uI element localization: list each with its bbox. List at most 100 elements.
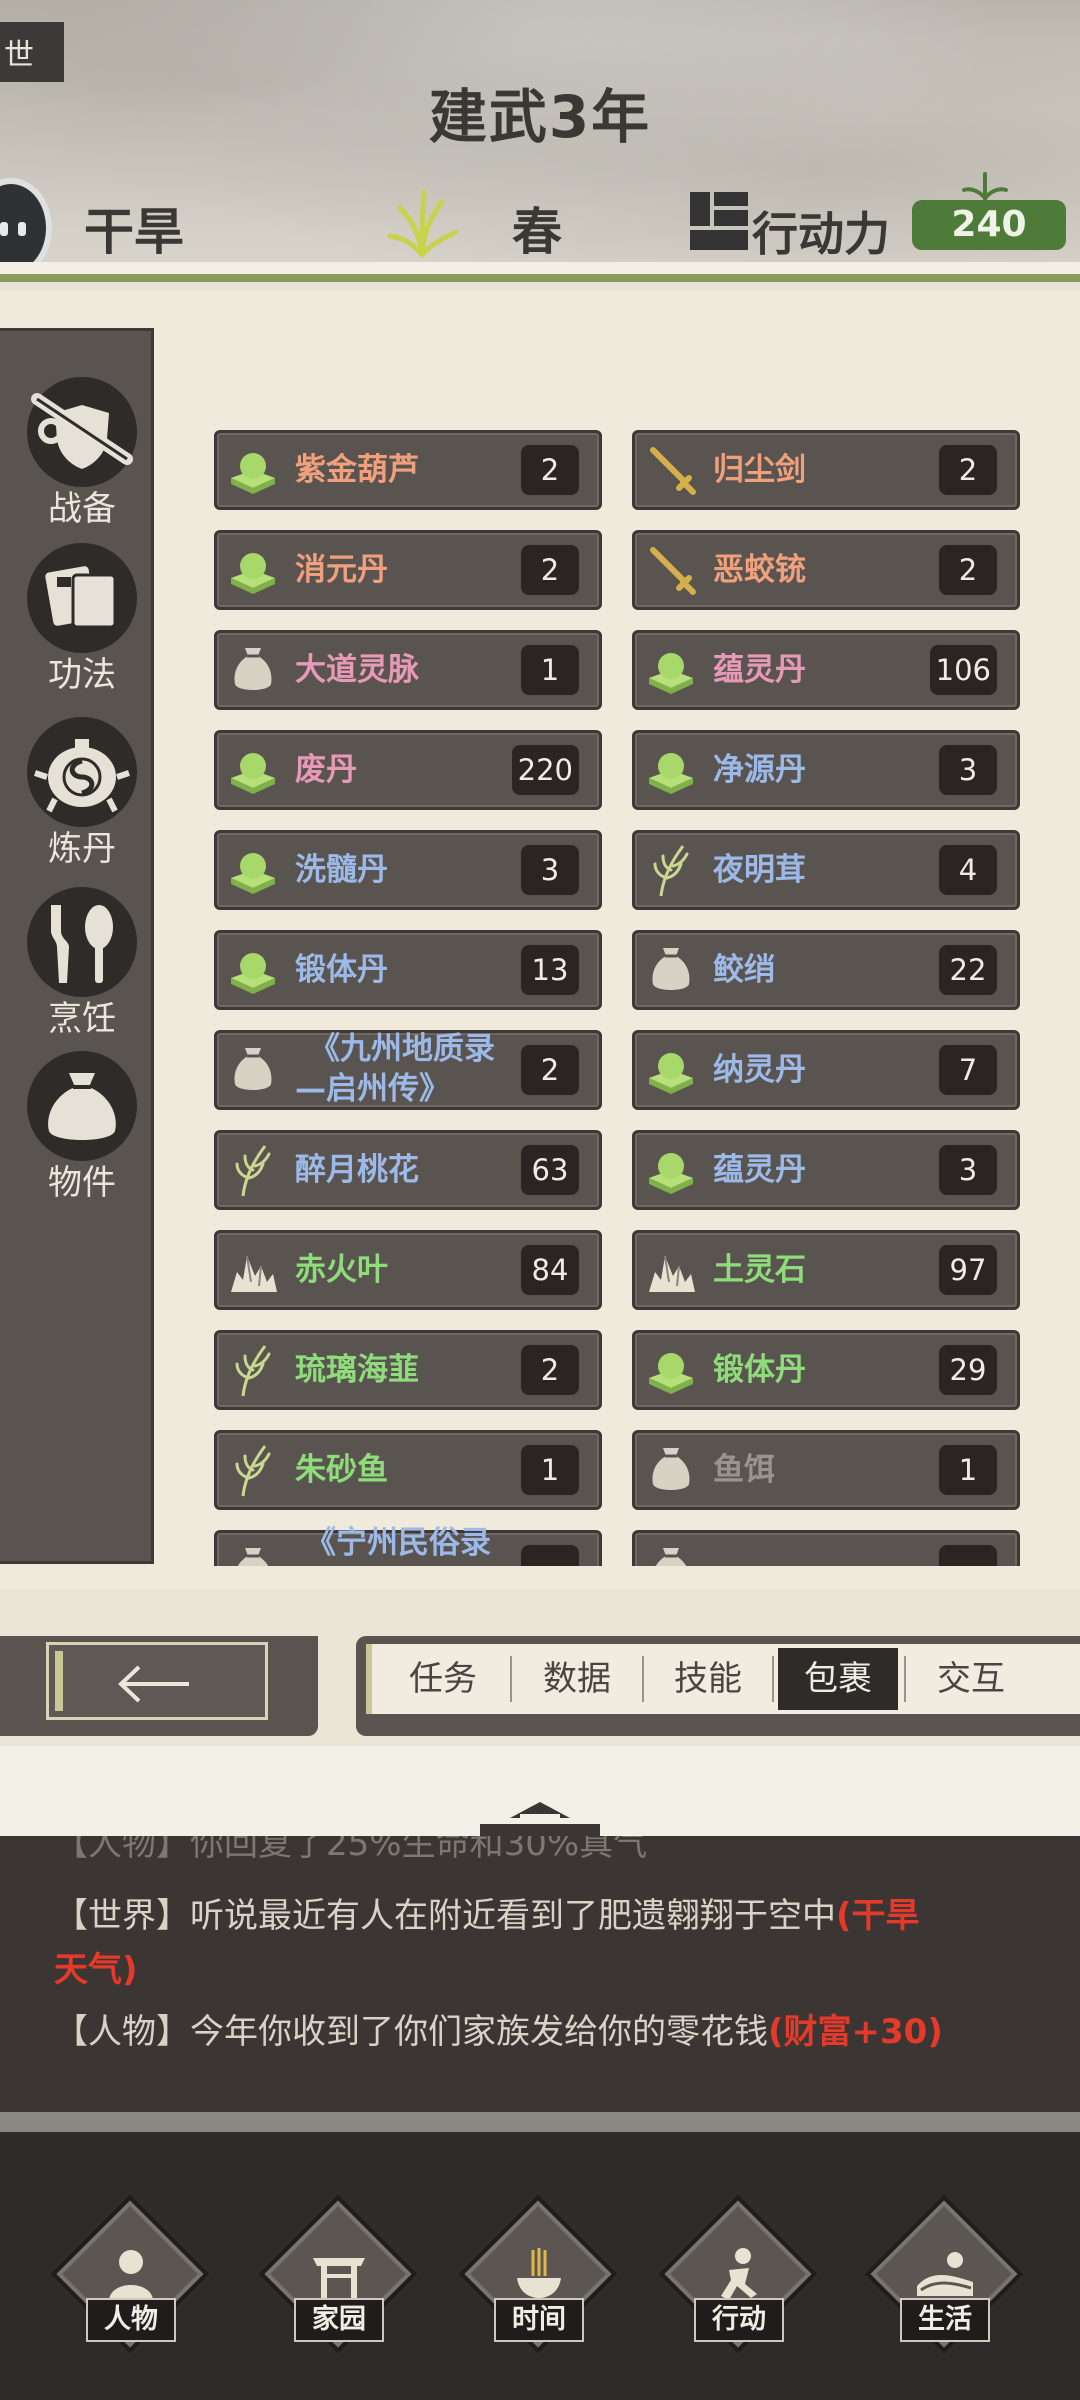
category-zhanbei[interactable]: 战备 (22, 377, 142, 530)
item-count: 1 (521, 645, 579, 695)
nav-jiayuan[interactable]: 家园 (264, 2200, 414, 2350)
inventory-item[interactable]: 赤火叶 84 (214, 1230, 602, 1310)
item-name: 消元丹 (295, 552, 388, 588)
category-wujian[interactable]: 物件 (22, 1051, 142, 1204)
bag-icon (643, 942, 699, 998)
tab-baoguo[interactable]: 包裹 (778, 1648, 898, 1710)
tab-shuju[interactable]: 数据 (512, 1648, 642, 1710)
tab-renwu[interactable]: 任务 (378, 1648, 508, 1710)
item-count: 2 (521, 1045, 579, 1095)
herb-icon (225, 1142, 281, 1198)
item-count: 4 (939, 845, 997, 895)
item-count: 29 (939, 1345, 997, 1395)
weather-label: 干旱 (84, 203, 184, 261)
tab-jiaohu[interactable]: 交互 (906, 1648, 1036, 1710)
sword-icon (643, 542, 699, 598)
nav-renwu[interactable]: 人物 (56, 2200, 206, 2350)
inventory-item[interactable]: 紫金葫芦 2 (214, 430, 602, 510)
pill-icon (643, 1042, 699, 1098)
inventory-item[interactable]: 《宁州民俗录 (214, 1525, 602, 1566)
inventory-item[interactable] (632, 1530, 1020, 1566)
inventory-item[interactable]: 净源丹 3 (632, 730, 1020, 810)
inventory-item[interactable]: 锻体丹 13 (214, 930, 602, 1010)
item-count: 1 (939, 1445, 997, 1495)
item-grid: 紫金葫芦 2 归尘剑 2 消元丹 2 恶蛟铳 2 大道灵脉 1 蕴灵丹 106 废丹 220 净源丹 3 洗髓丹… (200, 430, 1040, 1566)
inventory-item[interactable]: 蕴灵丹 106 (632, 630, 1020, 710)
herb-icon (643, 842, 699, 898)
sword-shield-icon (31, 393, 133, 469)
inventory-item[interactable]: 归尘剑 2 (632, 430, 1020, 510)
inventory-item[interactable]: 土灵石 97 (632, 1230, 1020, 1310)
item-name: 蕴灵丹 (713, 1152, 806, 1188)
inventory-item[interactable]: 大道灵脉 1 (214, 630, 602, 710)
inventory-item[interactable]: 鱼饵 1 (632, 1430, 1020, 1510)
item-name: 朱砂鱼 (295, 1452, 388, 1488)
inventory-item[interactable]: 朱砂鱼 1 (214, 1430, 602, 1510)
pill-icon (225, 442, 281, 498)
item-name: 洗髓丹 (295, 852, 388, 888)
sprout-icon (962, 172, 1008, 204)
nav-shijian[interactable]: 时间 (464, 2200, 614, 2350)
inventory-item[interactable]: 废丹 220 (214, 730, 602, 810)
item-name: 纳灵丹 (713, 1052, 806, 1088)
inventory-item[interactable]: 纳灵丹 7 (632, 1030, 1020, 1110)
inventory-item[interactable]: 《九州地质录 —启州传》 2 (214, 1030, 602, 1110)
category-pengren[interactable]: 烹饪 (22, 887, 142, 1040)
ore-icon (225, 1242, 281, 1298)
category-sidebar: 战备 功法 炼丹 烹饪 物件 (0, 328, 154, 1564)
event-log[interactable]: 【人物】你回复了25%生命和30%真气 【世界】听说最近有人在附近看到了肥遗翱翔… (0, 1836, 1080, 2112)
item-count: 63 (521, 1145, 579, 1195)
inventory-item[interactable]: 夜明茸 4 (632, 830, 1020, 910)
item-count: 3 (521, 845, 579, 895)
log-line: 【世界】听说最近有人在附近看到了肥遗翱翔于空中(干旱 (54, 1896, 920, 1936)
item-name: 夜明茸 (713, 852, 806, 888)
log-line-wrap: 天气) (54, 1950, 138, 1990)
item-name: 锻体丹 (713, 1352, 806, 1388)
item-name: 紫金葫芦 (295, 452, 419, 488)
inventory-item[interactable]: 锻体丹 29 (632, 1330, 1020, 1410)
inventory-item[interactable]: 消元丹 2 (214, 530, 602, 610)
incense-burner-icon (517, 2248, 561, 2298)
back-button[interactable] (46, 1642, 268, 1720)
pill-icon (643, 1342, 699, 1398)
category-liandan[interactable]: 炼丹 (22, 717, 142, 870)
nav-shenghuo[interactable]: 生活 (870, 2200, 1020, 2350)
bag-icon (225, 642, 281, 698)
item-name: 大道灵脉 (295, 652, 419, 688)
action-power-icon (690, 192, 748, 250)
inventory-item[interactable]: 鲛绡 22 (632, 930, 1020, 1010)
inventory-item[interactable]: 蕴灵丹 3 (632, 1130, 1020, 1210)
bag-icon (643, 1542, 699, 1566)
item-count: 1 (521, 1445, 579, 1495)
item-count: 2 (521, 445, 579, 495)
pill-icon (225, 942, 281, 998)
bag-icon (643, 1442, 699, 1498)
inventory-item[interactable]: 洗髓丹 3 (214, 830, 602, 910)
inventory-item[interactable]: 恶蛟铳 2 (632, 530, 1020, 610)
item-count: 2 (939, 545, 997, 595)
bag-icon (225, 1542, 281, 1566)
pill-icon (643, 642, 699, 698)
pill-icon (643, 1142, 699, 1198)
tab-jineng[interactable]: 技能 (644, 1648, 772, 1710)
item-count: 13 (521, 945, 579, 995)
expand-ornament-icon[interactable] (460, 1796, 620, 1836)
ore-icon (643, 1242, 699, 1298)
pill-icon (225, 742, 281, 798)
item-name: 土灵石 (713, 1252, 806, 1288)
pill-icon (225, 842, 281, 898)
inventory-item[interactable]: 醉月桃花 63 (214, 1130, 602, 1210)
item-count: 2 (521, 545, 579, 595)
category-gongfa[interactable]: 功法 (22, 543, 142, 696)
item-name: 《九州地质录 —启州传》 (295, 1031, 495, 1107)
year-title: 建武3年 (428, 83, 652, 151)
nav-xingdong[interactable]: 行动 (664, 2200, 814, 2350)
item-name: 废丹 (295, 752, 357, 788)
bag-icon (48, 1073, 116, 1140)
person-icon (109, 2250, 153, 2300)
item-name: 净源丹 (713, 752, 806, 788)
action-points-value: 240 (912, 200, 1066, 250)
item-name: 《宁州民俗录 (305, 1525, 491, 1561)
inventory-item[interactable]: 琉璃海韮 2 (214, 1330, 602, 1410)
item-name: 锻体丹 (295, 952, 388, 988)
